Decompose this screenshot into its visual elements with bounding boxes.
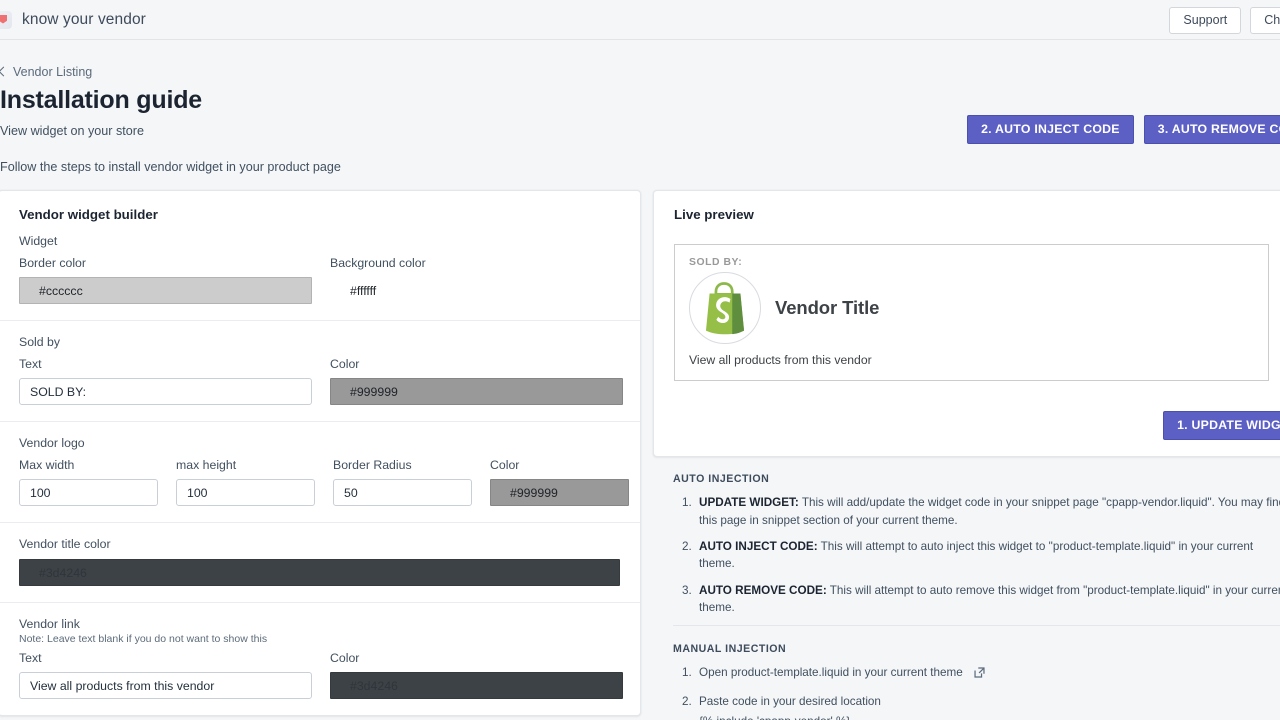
logo-max-width-label: Max width [19,458,75,472]
vendor-logo-section: Vendor logo Max width max height Border … [0,422,640,523]
change-button[interactable]: Change [1250,7,1280,34]
list-item: AUTO INJECT CODE: This will attempt to a… [695,538,1280,573]
preview-column: Live preview SOLD BY: Vendor Title View … [653,190,1280,720]
manual-code-snippet: {% include 'cpapp-vendor' %} [699,713,1280,720]
manual-injection-list: Open product-template.liquid in your cur… [695,664,1280,720]
border-color-label: Border color [19,256,86,270]
auto-item-2-bold: AUTO INJECT CODE: [699,539,818,553]
vendor-link-note: Note: Leave text blank if you do not wan… [19,633,268,645]
sold-by-section: Sold by Text Color [0,321,640,422]
border-color-input[interactable] [19,277,312,304]
logo-max-width-input[interactable] [19,479,158,506]
logo-border-radius-label: Border Radius [333,458,412,472]
vendor-widget-builder-card: Vendor widget builder Widget Border colo… [0,190,641,716]
manual-item-1-text: Open product-template.liquid in your cur… [699,666,963,680]
logo-color-field: Color [490,458,629,506]
live-preview-body: SOLD BY: Vendor Title View all products … [654,222,1280,395]
vendor-link-group-label: Vendor link [19,617,80,631]
background-color-field: Background color [330,256,623,304]
app-title: know your vendor [22,10,146,28]
breadcrumb-label: Vendor Listing [13,64,93,79]
manual-injection-heading: MANUAL INJECTION [673,643,787,656]
vendor-link-text-label: Text [19,651,42,665]
list-item: Open product-template.liquid in your cur… [695,664,1280,684]
preview-sold-by-text: SOLD BY: [689,257,743,268]
logo-border-radius-field: Border Radius [333,458,472,506]
vendor-link-section: Vendor link Note: Leave text blank if yo… [0,603,640,715]
live-preview-title: Live preview [674,207,754,222]
follow-steps-note: Follow the steps to install vendor widge… [0,160,341,174]
live-preview-card: Live preview SOLD BY: Vendor Title View … [653,190,1280,458]
widget-section: Widget Border color Background color [0,222,640,321]
content-columns: Vendor widget builder Widget Border colo… [0,190,1280,720]
page-title: Installation guide [0,86,202,114]
vendor-title-color-label: Vendor title color [19,537,111,551]
widget-group-label: Widget [19,234,58,248]
logo-max-height-field: max height [176,458,315,506]
background-color-label: Background color [330,256,426,270]
background-color-input[interactable] [330,277,623,304]
logo-border-radius-input[interactable] [333,479,472,506]
sold-by-text-input[interactable] [19,378,312,405]
list-item: UPDATE WIDGET: This will add/update the … [695,494,1280,529]
sold-by-color-field: Color [330,357,623,405]
logo-max-height-input[interactable] [176,479,315,506]
auto-injection-list: UPDATE WIDGET: This will add/update the … [695,494,1280,616]
vendor-widget-preview: SOLD BY: Vendor Title View all products … [674,244,1269,381]
header-action-buttons: 2. AUTO INJECT CODE 3. AUTO REMOVE CODE [967,115,1280,145]
logo-max-width-field: Max width [19,458,158,506]
sold-by-group-label: Sold by [19,335,61,349]
external-link-icon[interactable] [973,666,986,684]
auto-remove-code-button[interactable]: 3. AUTO REMOVE CODE [1143,115,1280,145]
list-item: Paste code in your desired location {% i… [695,693,1280,720]
vendor-title-color-input[interactable] [19,559,620,586]
top-bar: know your vendor Support Change [0,0,1280,40]
update-widget-button[interactable]: 1. UPDATE WIDGET [1163,411,1280,441]
auto-inject-code-button[interactable]: 2. AUTO INJECT CODE [967,115,1134,145]
vendor-link-color-input[interactable] [330,672,623,699]
topbar-actions: Support Change [1169,7,1280,34]
manual-injection-block: MANUAL INJECTION Open product-template.l… [673,626,1280,720]
vendor-link-text-field: Text [19,651,312,699]
sold-by-text-field: Text [19,357,312,405]
vendor-logo-group-label: Vendor logo [19,436,85,450]
auto-item-1-bold: UPDATE WIDGET: [699,496,799,510]
vendor-link-color-label: Color [330,651,360,665]
preview-vendor-link[interactable]: View all products from this vendor [689,353,1254,367]
shopify-app-icon [0,10,12,29]
list-item: AUTO REMOVE CODE: This will attempt to a… [695,582,1280,617]
auto-injection-heading: AUTO INJECTION [673,473,770,486]
vendor-title-color-section: Vendor title color [0,523,640,603]
update-widget-row: 1. UPDATE WIDGET [654,395,1280,456]
support-button[interactable]: Support [1169,7,1242,34]
builder-column: Vendor widget builder Widget Border colo… [0,190,641,716]
sold-by-color-label: Color [330,357,360,371]
logo-color-label: Color [490,458,520,472]
sold-by-text-label: Text [19,357,42,371]
preview-vendor-title: Vendor Title [775,297,880,318]
vendor-link-color-field: Color [330,651,623,699]
logo-color-input[interactable] [490,479,629,506]
vendor-link-text-input[interactable] [19,672,312,699]
manual-item-2-text: Paste code in your desired location [699,695,881,709]
breadcrumb[interactable]: Vendor Listing [0,65,92,79]
logo-max-height-label: max height [176,458,237,472]
page-header: Vendor Listing Installation guide View w… [0,40,1280,174]
instructions-section: AUTO INJECTION UPDATE WIDGET: This will … [653,457,1280,720]
border-color-field: Border color [19,256,312,304]
chevron-left-icon [0,66,9,77]
shopify-bag-logo-icon [689,272,761,344]
builder-card-title: Vendor widget builder [19,207,158,222]
sold-by-color-input[interactable] [330,378,623,405]
auto-item-3-bold: AUTO REMOVE CODE: [699,583,827,597]
